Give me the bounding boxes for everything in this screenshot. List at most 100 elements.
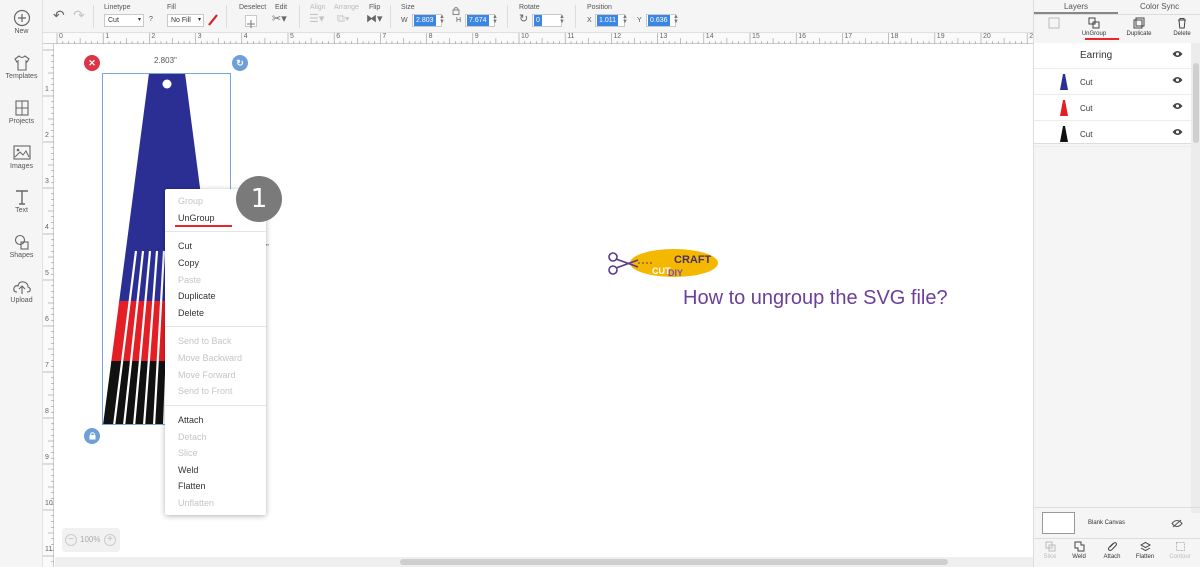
eye-hidden-icon[interactable] — [1171, 519, 1183, 528]
menu-item-move-forward[interactable]: Move Forward — [178, 370, 236, 380]
menu-item-paste[interactable]: Paste — [178, 275, 201, 285]
toolbar-divider — [507, 5, 508, 28]
duplicate-button[interactable]: Duplicate — [1122, 17, 1156, 37]
lock-proportion-icon[interactable] — [452, 6, 460, 15]
menu-item-delete[interactable]: Delete — [178, 308, 204, 318]
sidebar-label-shapes: Shapes — [9, 252, 34, 259]
sidebar-item-shapes[interactable]: Shapes — [0, 233, 43, 259]
blank-canvas-swatch[interactable] — [1042, 512, 1075, 534]
rotate-value[interactable]: 0 — [534, 15, 542, 26]
logo-diy-text: DIY — [668, 268, 683, 278]
ruler-top: 0123456789101112131415161718192021 — [43, 33, 1037, 44]
image-icon — [12, 145, 31, 160]
group-button[interactable] — [1042, 17, 1066, 31]
menu-item-copy[interactable]: Copy — [178, 258, 199, 268]
layer-item-cut-blue[interactable]: Cut — [1034, 69, 1191, 95]
sidebar-label-text: Text — [15, 207, 28, 214]
height-value[interactable]: 7.674 — [467, 15, 489, 26]
height-spinner-icon[interactable]: ▲ ▼ — [492, 14, 498, 25]
menu-item-send-to-front[interactable]: Send to Front — [178, 386, 233, 396]
linetype-help-icon[interactable]: ? — [149, 16, 153, 23]
sidebar-item-new[interactable]: New — [0, 9, 43, 35]
eye-icon[interactable] — [1172, 50, 1183, 58]
delete-handle-icon[interactable]: ✕ — [84, 55, 100, 71]
zoom-in-button[interactable]: + — [104, 534, 116, 546]
menu-item-group[interactable]: Group — [178, 196, 203, 206]
ungroup-icon — [1088, 17, 1100, 29]
linetype-value: Cut — [108, 17, 119, 24]
y-value[interactable]: 0.636 — [648, 15, 670, 26]
delete-button[interactable]: Delete — [1170, 17, 1194, 37]
menu-item-weld[interactable]: Weld — [178, 465, 198, 475]
width-spinner-icon[interactable]: ▲ ▼ — [439, 14, 445, 25]
menu-item-flatten[interactable]: Flatten — [178, 481, 206, 491]
ruler-top-ticks — [56, 33, 1028, 44]
horizontal-scrollbar[interactable] — [55, 557, 1033, 567]
sidebar-item-projects[interactable]: Projects — [0, 99, 43, 125]
sidebar-item-text[interactable]: Text — [0, 188, 43, 214]
width-value[interactable]: 2.803 — [414, 15, 436, 26]
sidebar-item-templates[interactable]: Templates — [0, 54, 43, 80]
y-label: Y — [637, 17, 642, 24]
flatten-button[interactable]: Flatten — [1132, 541, 1158, 560]
menu-item-duplicate[interactable]: Duplicate — [178, 291, 216, 301]
x-value[interactable]: 1.011 — [597, 15, 618, 26]
menu-item-cut[interactable]: Cut — [178, 241, 192, 251]
deselect-label: Deselect — [239, 4, 267, 11]
y-spinner-icon[interactable]: ▲ ▼ — [673, 14, 679, 25]
deselect-button[interactable] — [245, 15, 257, 28]
tab-color-sync[interactable]: Color Sync — [1118, 0, 1200, 14]
menu-item-unflatten[interactable]: Unflatten — [178, 498, 214, 508]
layers-scrollbar[interactable] — [1191, 43, 1200, 513]
layer-item-cut-black[interactable]: Cut — [1034, 121, 1191, 147]
slice-button[interactable]: Slice — [1040, 541, 1060, 560]
x-label: X — [587, 17, 592, 24]
arrange-icon[interactable]: ⧉▾ — [337, 13, 349, 25]
attach-button[interactable]: Attach — [1100, 541, 1124, 560]
align-icon[interactable]: ☰▾ — [309, 13, 324, 25]
menu-item-detach[interactable]: Detach — [178, 432, 207, 442]
ruler-left-number: 3 — [45, 178, 49, 185]
eye-icon[interactable] — [1172, 76, 1183, 84]
x-spinner-icon[interactable]: ▲ ▼ — [622, 14, 628, 25]
blank-canvas-row[interactable]: Blank Canvas — [1034, 507, 1200, 538]
layer-group-earring[interactable]: Earring — [1034, 43, 1191, 69]
flip-label: Flip — [369, 4, 381, 11]
eye-icon[interactable] — [1172, 128, 1183, 136]
rotate-spinner-icon[interactable]: ▲ ▼ — [559, 14, 565, 25]
contour-button[interactable]: Contour — [1166, 541, 1194, 560]
sidebar-item-images[interactable]: Images — [0, 144, 43, 170]
layer-item-cut-red[interactable]: Cut — [1034, 95, 1191, 121]
rotate-handle-icon[interactable]: ↻ — [232, 55, 248, 71]
layers-scroll-thumb[interactable] — [1193, 63, 1199, 143]
weld-button[interactable]: Weld — [1068, 541, 1090, 560]
redo-icon[interactable]: ↷ — [73, 8, 85, 22]
layer-thumbnail-icon — [1060, 74, 1068, 90]
layer-name: Cut — [1080, 78, 1093, 87]
zoom-out-button[interactable]: − — [65, 534, 77, 546]
ruler-left-number: 5 — [45, 270, 49, 277]
fill-color-swatch-icon[interactable] — [207, 13, 219, 27]
height-label: H — [456, 17, 462, 24]
upload-cloud-icon — [12, 281, 31, 294]
eye-icon[interactable] — [1172, 102, 1183, 110]
menu-item-move-backward[interactable]: Move Backward — [178, 353, 242, 363]
edit-scissors-icon[interactable]: ✂▾ — [272, 13, 287, 25]
lock-handle-icon[interactable] — [84, 428, 100, 444]
sidebar-item-upload[interactable]: Upload — [0, 278, 43, 304]
linetype-select[interactable]: Cut ▾ — [104, 14, 144, 27]
tab-layers[interactable]: Layers — [1034, 0, 1118, 14]
menu-item-ungroup[interactable]: UnGroup — [178, 213, 215, 223]
horizontal-scroll-thumb[interactable] — [400, 559, 948, 565]
ruler-top-number: 2 — [151, 33, 156, 40]
menu-item-send-to-back[interactable]: Send to Back — [178, 336, 232, 346]
undo-icon[interactable]: ↶ — [53, 8, 65, 22]
fill-select[interactable]: No Fill ▾ — [167, 14, 204, 27]
menu-item-attach[interactable]: Attach — [178, 415, 204, 425]
flip-icon[interactable]: ⧓▾ — [366, 13, 383, 25]
chevron-down-icon: ▾ — [137, 17, 141, 23]
sidebar-label-new: New — [14, 28, 29, 35]
ruler-top-number: 8 — [428, 33, 433, 40]
ungroup-button[interactable]: UnGroup — [1080, 17, 1108, 37]
menu-item-slice[interactable]: Slice — [178, 448, 198, 458]
